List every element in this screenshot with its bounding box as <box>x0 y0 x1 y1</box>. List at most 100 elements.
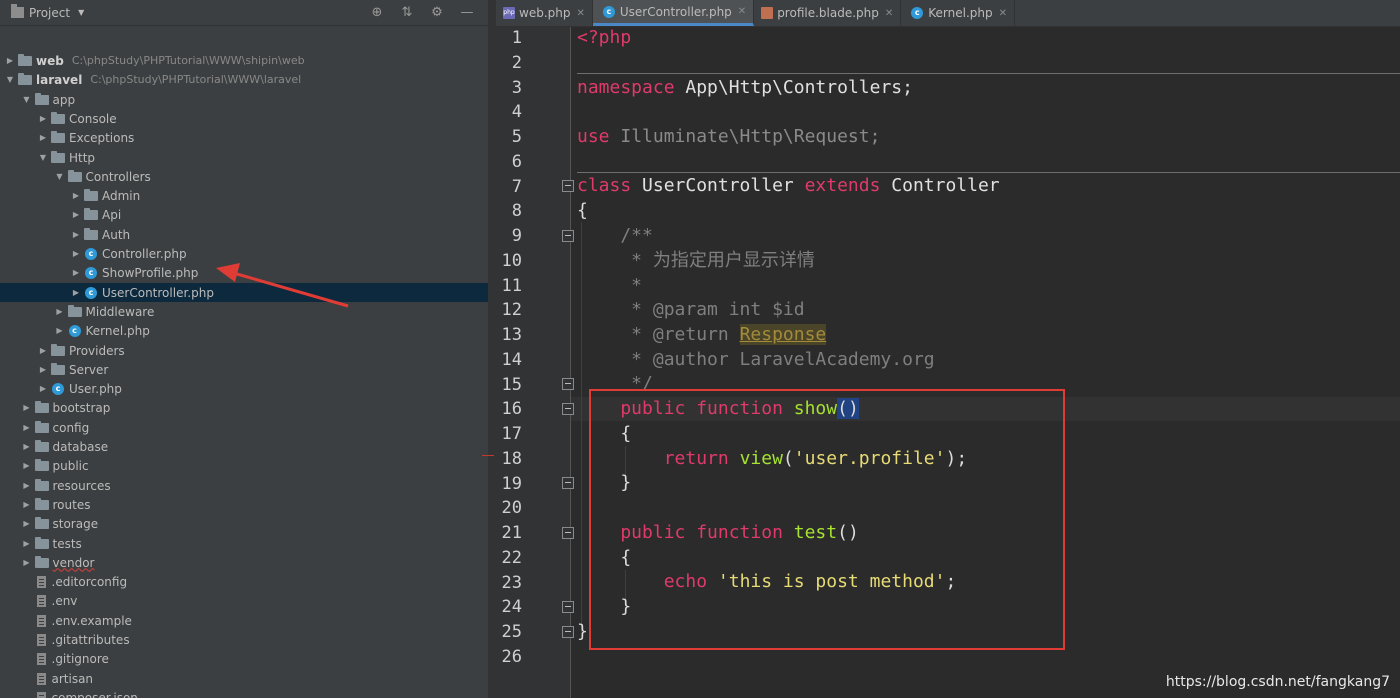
dropdown-arrow-icon[interactable]: ▼ <box>78 8 84 17</box>
code-line-9[interactable]: /** <box>577 224 653 248</box>
expand-down-icon[interactable]: ▼ <box>4 75 16 84</box>
tree-item[interactable]: ▼ laravel C:\phpStudy\PHPTutorial\WWW\lara… <box>0 70 488 89</box>
tree-item[interactable]: artisan <box>0 669 488 688</box>
tree-item[interactable]: ▶ Console <box>0 109 488 128</box>
hide-panel-icon[interactable]: — <box>458 5 476 20</box>
code-line-5[interactable]: use Illuminate\Http\Request; <box>577 125 880 149</box>
editor-tab[interactable]: c Kernel.php ✕ <box>901 0 1016 26</box>
tree-item[interactable]: .env.example <box>0 611 488 630</box>
expand-right-icon[interactable]: ▶ <box>37 346 49 355</box>
line-number: 19 <box>501 474 522 494</box>
unresolved-type[interactable]: Response <box>739 324 827 345</box>
folder-icon <box>51 150 65 163</box>
code-line-1[interactable]: <?php <box>577 26 631 50</box>
code-line-13[interactable]: * @return Response <box>577 323 827 347</box>
tree-item[interactable]: .gitignore <box>0 649 488 668</box>
fold-marker-icon[interactable] <box>562 378 574 390</box>
code-line-11[interactable]: * <box>577 274 642 298</box>
expand-right-icon[interactable]: ▶ <box>21 403 33 412</box>
tree-item[interactable]: ▶ resources <box>0 476 488 495</box>
tree-item[interactable]: ▶ database <box>0 437 488 456</box>
code-line-12[interactable]: * @param int $id <box>577 298 804 322</box>
line-number: 5 <box>511 127 522 147</box>
close-tab-icon[interactable]: ✕ <box>576 8 584 19</box>
tree-item[interactable]: ▶ storage <box>0 514 488 533</box>
tree-item[interactable]: ▶ bootstrap <box>0 398 488 417</box>
tree-item[interactable]: .gitattributes <box>0 630 488 649</box>
close-tab-icon[interactable]: ✕ <box>738 6 746 17</box>
expand-right-icon[interactable]: ▶ <box>70 249 82 258</box>
editor-tab[interactable]: c UserController.php ✕ <box>592 0 755 26</box>
code-line-7[interactable]: class UserController extends Controller <box>577 174 1000 198</box>
panel-splitter[interactable] <box>488 0 496 698</box>
tree-item-label: Auth <box>102 227 131 242</box>
tree-item[interactable]: ▶ c Kernel.php <box>0 321 488 340</box>
expand-right-icon[interactable]: ▶ <box>70 191 82 200</box>
expand-right-icon[interactable]: ▶ <box>70 230 82 239</box>
tree-item-label: UserController.php <box>102 285 214 300</box>
expand-right-icon[interactable]: ▶ <box>21 558 33 567</box>
close-tab-icon[interactable]: ✕ <box>885 8 893 19</box>
fold-marker-icon[interactable] <box>562 230 574 242</box>
expand-right-icon[interactable]: ▶ <box>70 210 82 219</box>
tree-item[interactable]: ▶ public <box>0 456 488 475</box>
expand-right-icon[interactable]: ▶ <box>54 326 66 335</box>
tree-item[interactable]: ▼ app <box>0 90 488 109</box>
tree-item[interactable]: .editorconfig <box>0 572 488 591</box>
expand-right-icon[interactable]: ▶ <box>21 442 33 451</box>
tree-item[interactable]: ▶ Server <box>0 360 488 379</box>
code-line-10[interactable]: * 为指定用户显示详情 <box>577 249 815 273</box>
doc-comment: * @return <box>577 324 740 345</box>
locate-icon[interactable]: ⊕ <box>368 5 386 20</box>
tree-item[interactable]: ▶ Auth <box>0 225 488 244</box>
fold-marker-icon[interactable] <box>562 626 574 638</box>
expand-right-icon[interactable]: ▶ <box>21 481 33 490</box>
tree-item[interactable]: ▶ Exceptions <box>0 128 488 147</box>
expand-down-icon[interactable]: ▼ <box>37 153 49 162</box>
fold-marker-icon[interactable] <box>562 180 574 192</box>
tree-item[interactable]: ▶ config <box>0 418 488 437</box>
expand-right-icon[interactable]: ▶ <box>4 56 16 65</box>
tree-item[interactable]: ▶ Providers <box>0 341 488 360</box>
tree-item[interactable]: ▶ c User.php <box>0 379 488 398</box>
code-line-25[interactable]: } <box>577 620 588 644</box>
expand-right-icon[interactable]: ▶ <box>70 268 82 277</box>
editor-tab[interactable]: profile.blade.php ✕ <box>754 0 902 26</box>
expand-right-icon[interactable]: ▶ <box>37 365 49 374</box>
fold-marker-icon[interactable] <box>562 527 574 539</box>
expand-right-icon[interactable]: ▶ <box>37 133 49 142</box>
tree-item[interactable]: ▶ web C:\phpStudy\PHPTutorial\WWW\shipin\w… <box>0 51 488 70</box>
expand-right-icon[interactable]: ▶ <box>54 307 66 316</box>
collapse-all-icon[interactable]: ⇅ <box>398 5 416 20</box>
fold-marker-icon[interactable] <box>562 477 574 489</box>
expand-right-icon[interactable]: ▶ <box>37 384 49 393</box>
expand-right-icon[interactable]: ▶ <box>21 461 33 470</box>
tree-item[interactable]: composer.json <box>0 688 488 698</box>
editor-tab[interactable]: php web.php ✕ <box>496 0 593 26</box>
project-panel-header[interactable]: Project ▼ ⊕ ⇅ ⚙ — <box>0 0 488 26</box>
tree-item[interactable]: ▶ vendor <box>0 553 488 572</box>
code-line-14[interactable]: * @author LaravelAcademy.org <box>577 348 934 372</box>
expand-right-icon[interactable]: ▶ <box>21 539 33 548</box>
tree-item[interactable]: ▶ tests <box>0 534 488 553</box>
tree-item[interactable]: ▶ Admin <box>0 186 488 205</box>
tree-item[interactable]: ▼ Controllers <box>0 167 488 186</box>
expand-right-icon[interactable]: ▶ <box>21 423 33 432</box>
code-line-8[interactable]: { <box>577 199 588 223</box>
fold-marker-icon[interactable] <box>562 403 574 415</box>
keyword: use <box>577 126 610 147</box>
expand-right-icon[interactable]: ▶ <box>21 500 33 509</box>
tree-item[interactable]: ▶ Api <box>0 205 488 224</box>
expand-right-icon[interactable]: ▶ <box>70 288 82 297</box>
fold-marker-icon[interactable] <box>562 601 574 613</box>
expand-right-icon[interactable]: ▶ <box>37 114 49 123</box>
code-line-3[interactable]: namespace App\Http\Controllers; <box>577 76 913 100</box>
settings-gear-icon[interactable]: ⚙ <box>428 5 446 20</box>
tree-item[interactable]: ▶ routes <box>0 495 488 514</box>
expand-down-icon[interactable]: ▼ <box>54 172 66 181</box>
tree-item[interactable]: ▼ Http <box>0 148 488 167</box>
expand-down-icon[interactable]: ▼ <box>21 95 33 104</box>
close-tab-icon[interactable]: ✕ <box>999 8 1007 19</box>
expand-right-icon[interactable]: ▶ <box>21 519 33 528</box>
tree-item[interactable]: .env <box>0 591 488 610</box>
